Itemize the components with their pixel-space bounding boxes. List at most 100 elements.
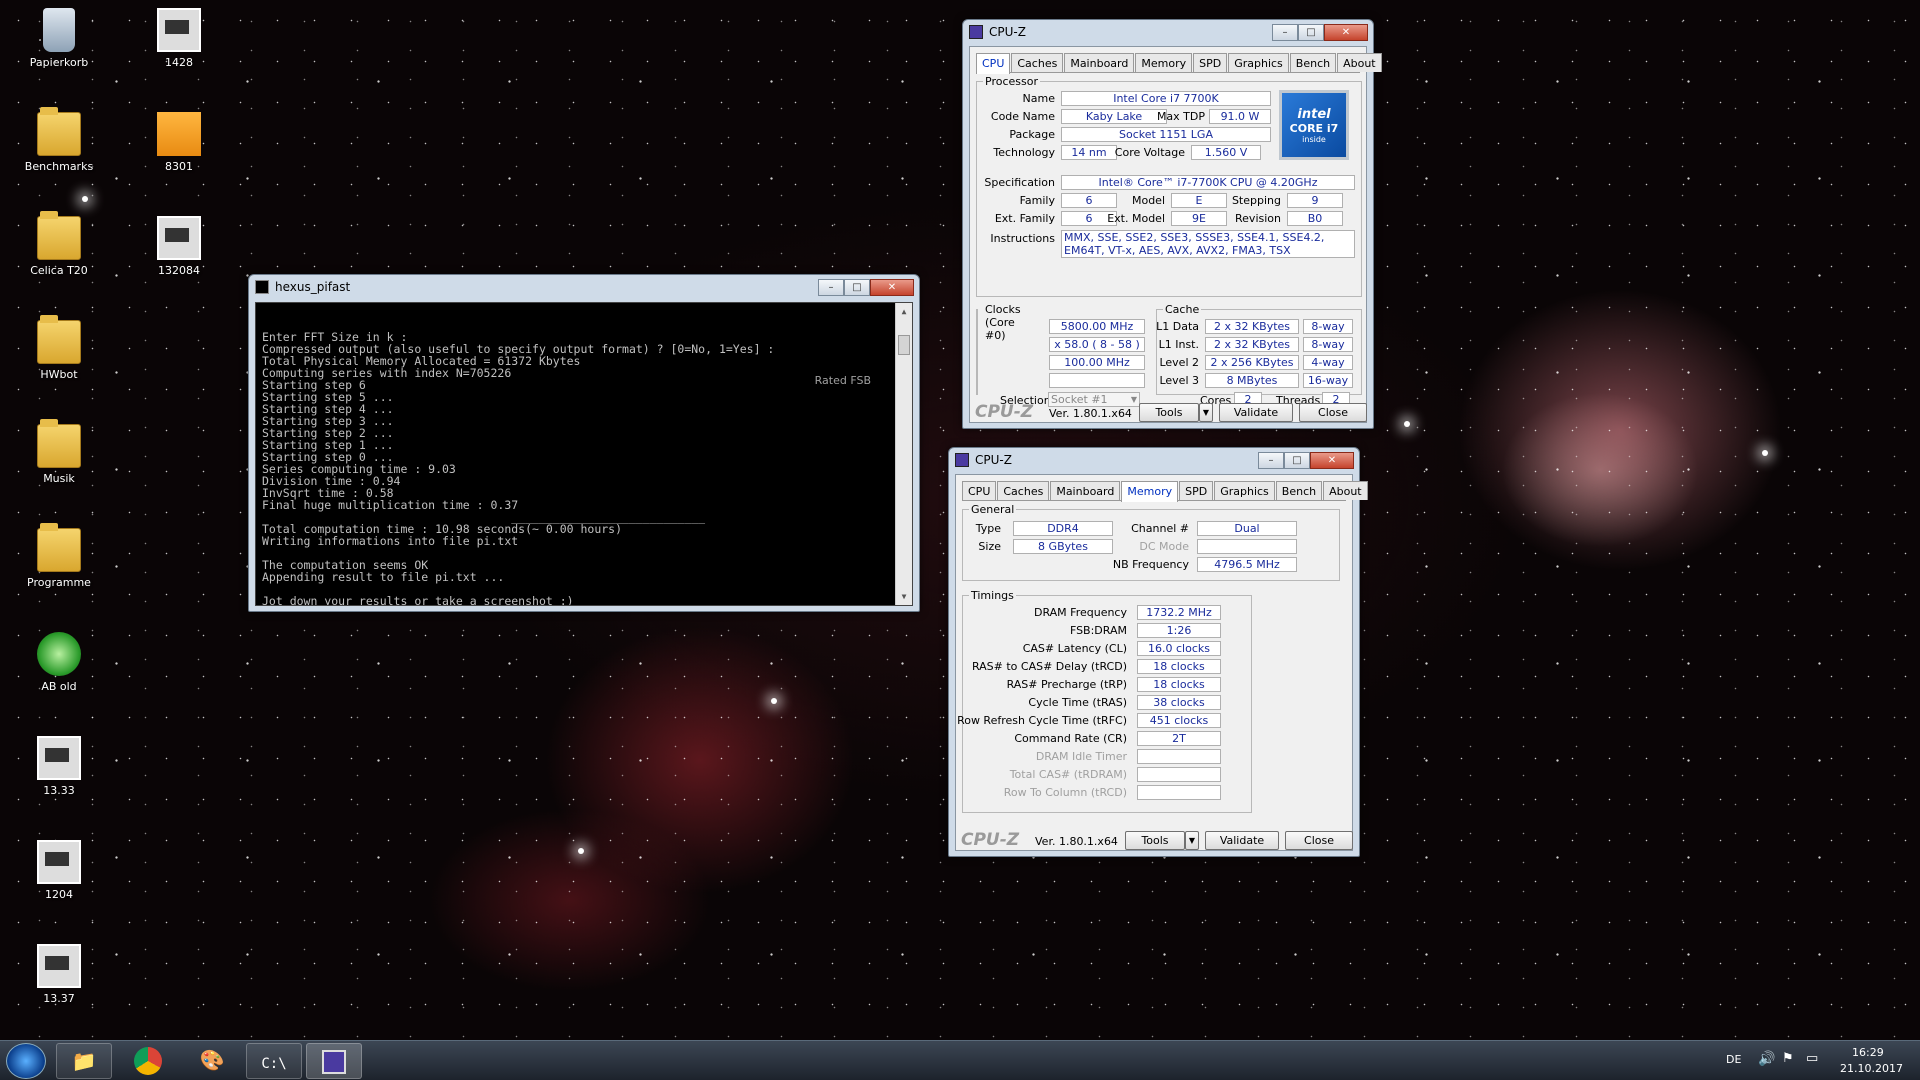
network-icon[interactable]: ▭ xyxy=(1806,1051,1818,1066)
tab-about[interactable]: About xyxy=(1323,481,1368,500)
validate-button[interactable]: Validate xyxy=(1219,403,1293,422)
cpuz-cpu-window[interactable]: CPU-Z – □ ✕ CPU Caches Mainboard Memory SPD G… xyxy=(808,19,1382,429)
scroll-thumb[interactable] xyxy=(898,335,910,355)
tab-caches[interactable]: Caches xyxy=(997,481,1050,500)
general-group: General Type DDR4 Channel # Dual Size 8 … xyxy=(962,503,1340,581)
desktop-icon[interactable]: Benchmarks xyxy=(14,107,104,173)
maximize-button[interactable]: □ xyxy=(844,278,870,296)
timing-value: 18 clocks xyxy=(1137,677,1221,692)
bright-star xyxy=(771,698,777,704)
cpuz-cpu-title: CPU-Z xyxy=(989,25,1026,39)
tab-cpu[interactable]: CPU xyxy=(962,481,997,500)
name-label: Name xyxy=(1022,92,1055,105)
selection-dropdown[interactable]: Socket #1 ▼ xyxy=(1048,392,1140,407)
timing-value: 38 clocks xyxy=(1137,695,1221,710)
explorer-taskbar-button[interactable]: 📁 xyxy=(56,1043,112,1079)
desktop-icon[interactable]: 1428 xyxy=(134,8,224,69)
desktop-icon[interactable]: 8301 xyxy=(134,112,224,173)
timing-value xyxy=(1137,767,1221,782)
maximize-button[interactable]: □ xyxy=(1298,23,1324,41)
tab-about[interactable]: About xyxy=(1337,53,1382,72)
close-button[interactable]: ✕ xyxy=(1310,451,1354,469)
scroll-down-icon[interactable]: ▼ xyxy=(896,588,912,605)
desktop-icon[interactable]: 13.33 xyxy=(14,736,104,797)
tab-spd[interactable]: SPD xyxy=(1193,53,1228,72)
cpuz-cpu-titlebar[interactable]: CPU-Z – □ ✕ xyxy=(963,20,1373,44)
family-label: Family xyxy=(1019,194,1055,207)
desktop-icon[interactable]: Musik xyxy=(14,419,104,485)
tab-mainboard[interactable]: Mainboard xyxy=(1050,481,1121,500)
desktop-icon-label: Celica T20 xyxy=(30,264,88,277)
timing-value: 451 clocks xyxy=(1137,713,1221,728)
tab-cpu[interactable]: CPU xyxy=(976,53,1011,74)
validate-button[interactable]: Validate xyxy=(1205,831,1279,850)
desktop-icon[interactable]: 13.37 xyxy=(14,944,104,1005)
intel-logo-text: intel xyxy=(1297,107,1331,122)
app-taskbar-button[interactable]: 🎨 xyxy=(184,1043,240,1079)
flag-icon[interactable]: ⚑ xyxy=(1782,1051,1794,1066)
corespeed-label: Core Speed xyxy=(807,320,871,333)
spec-label: Specification xyxy=(984,176,1055,189)
language-indicator[interactable]: DE xyxy=(1726,1053,1741,1066)
cpuz-memory-titlebar[interactable]: CPU-Z – □ ✕ xyxy=(949,448,1359,472)
cpuz-memory-window[interactable]: CPU-Z – □ ✕ CPU Caches Mainboard Memory SPD G… xyxy=(948,447,1368,857)
console-output[interactable]: Enter FFT Size in k : Compressed output (… xyxy=(255,302,913,606)
clock-date[interactable]: 21.10.2017 xyxy=(1840,1062,1903,1075)
tools-dropdown-arrow-icon[interactable]: ▼ xyxy=(1199,403,1213,422)
image-file-icon xyxy=(37,736,81,780)
timing-label: Row To Column (tRCD) xyxy=(1003,786,1127,799)
tools-button[interactable]: Tools xyxy=(1139,403,1199,422)
clock-time[interactable]: 16:29 xyxy=(1852,1046,1884,1059)
minimize-button[interactable]: – xyxy=(818,278,844,296)
tab-mainboard[interactable]: Mainboard xyxy=(1064,53,1135,72)
desktop-icon[interactable]: AB old xyxy=(14,632,104,693)
console-icon xyxy=(255,280,269,294)
channel-label: Channel # xyxy=(1131,522,1189,535)
start-button[interactable] xyxy=(6,1043,46,1079)
cpuz-memory-client: CPU Caches Mainboard Memory SPD Graphics Bench… xyxy=(955,474,1368,851)
cpuz-taskbar-button[interactable] xyxy=(306,1043,362,1079)
minimize-button[interactable]: – xyxy=(1258,451,1284,469)
maximize-button[interactable]: □ xyxy=(1284,451,1310,469)
taskbar: 📁 🎨 C:\ DE 🔊 ⚑ ▭ 16:29 21.10.2017 xyxy=(0,1040,1920,1080)
tools-button[interactable]: Tools xyxy=(1125,831,1185,850)
close-button[interactable]: ✕ xyxy=(870,278,914,296)
console-taskbar-button[interactable]: C:\ xyxy=(246,1043,302,1079)
folder-icon xyxy=(37,315,81,364)
timing-value: 2T xyxy=(1137,731,1221,746)
cpuz-brand-logo: CPU-Z xyxy=(975,402,1034,422)
cpuz-version: Ver. 1.80.1.x64 xyxy=(1035,835,1118,848)
desktop-icon[interactable]: 1204 xyxy=(14,840,104,901)
desktop-icon[interactable]: 132084 xyxy=(134,216,224,277)
minimize-button[interactable]: – xyxy=(1272,23,1298,41)
timing-value: 16.0 clocks xyxy=(1137,641,1221,656)
level3-value: 8 MBytes xyxy=(1205,373,1299,388)
desktop-icon[interactable]: Papierkorb xyxy=(14,8,104,69)
desktop-icon[interactable]: HWbot xyxy=(14,315,104,381)
tab-memory[interactable]: Memory xyxy=(1121,481,1179,502)
multiplier-label: Multiplier xyxy=(819,338,871,351)
folder-icon xyxy=(37,523,81,572)
console-line: Jot down your results or take a screensh… xyxy=(262,594,574,606)
console-scrollbar[interactable]: ▲ ▼ xyxy=(895,303,912,605)
desktop-icon[interactable]: Programme xyxy=(14,523,104,589)
desktop-icon[interactable]: Celica T20 xyxy=(14,211,104,277)
extmodel-label: Ext. Model xyxy=(1107,212,1165,225)
tab-graphics[interactable]: Graphics xyxy=(1214,481,1275,500)
tab-memory[interactable]: Memory xyxy=(1135,53,1193,72)
tools-dropdown-arrow-icon[interactable]: ▼ xyxy=(1185,831,1199,850)
close-cpuz-button[interactable]: Close xyxy=(1299,403,1367,422)
chrome-taskbar-button[interactable] xyxy=(120,1043,176,1079)
speaker-icon[interactable]: 🔊 xyxy=(1758,1051,1775,1067)
tab-bench[interactable]: Bench xyxy=(1289,53,1337,72)
tab-caches[interactable]: Caches xyxy=(1011,53,1064,72)
cpuz-app-icon xyxy=(955,453,969,467)
tab-spd[interactable]: SPD xyxy=(1179,481,1214,500)
close-button[interactable]: ✕ xyxy=(1324,23,1368,41)
close-cpuz-button[interactable]: Close xyxy=(1285,831,1353,850)
tab-graphics[interactable]: Graphics xyxy=(1228,53,1289,72)
console-titlebar[interactable]: hexus_pifast – □ ✕ xyxy=(249,275,919,299)
processor-group: Processor Name Intel Core i7 7700K Code … xyxy=(976,75,1362,297)
tab-bench[interactable]: Bench xyxy=(1275,481,1323,500)
scroll-up-icon[interactable]: ▲ xyxy=(896,303,912,320)
